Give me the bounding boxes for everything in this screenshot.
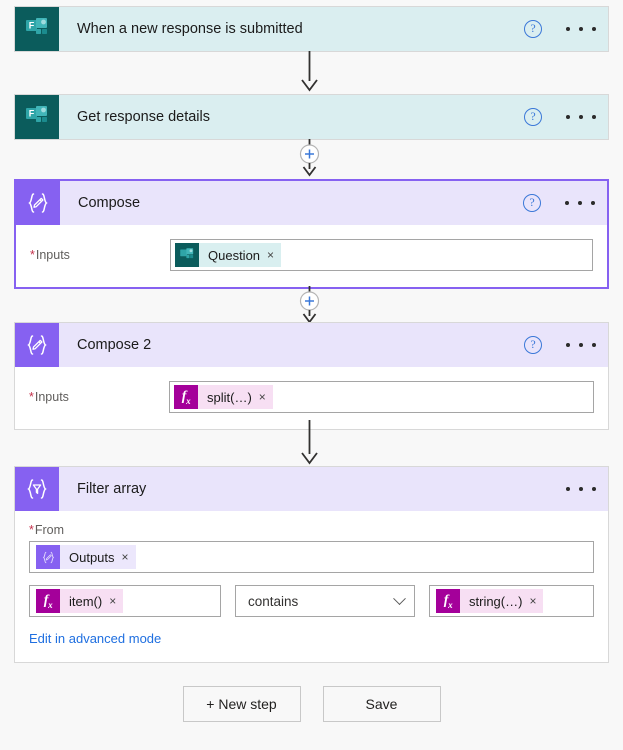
help-icon[interactable]: ? xyxy=(523,194,541,212)
token-label: string(…) × xyxy=(460,589,544,613)
step-header[interactable]: Compose 2 ? xyxy=(15,323,608,367)
expression-token-item[interactable]: fx item() × xyxy=(36,589,124,613)
remove-token-icon[interactable]: × xyxy=(122,551,129,563)
step-title: Filter array xyxy=(77,481,147,497)
microsoft-forms-icon: F xyxy=(15,7,59,51)
step-body: *Inputs fx split(…) × xyxy=(15,367,608,429)
dynamic-content-token-question[interactable]: Question × xyxy=(175,243,282,267)
step-menu-button[interactable] xyxy=(566,27,596,31)
step-menu-button[interactable] xyxy=(566,487,596,491)
new-step-button[interactable]: + New step xyxy=(182,686,301,722)
step-title: Get response details xyxy=(77,109,210,125)
token-label: Question × xyxy=(199,243,282,267)
remove-token-icon[interactable]: × xyxy=(267,249,274,261)
flow-footer-actions: + New step Save xyxy=(0,686,623,722)
connector-trigger-to-get-response xyxy=(0,51,623,94)
svg-text:F: F xyxy=(29,20,35,30)
step-title: When a new response is submitted xyxy=(77,21,303,37)
connector-add-step-2 xyxy=(0,286,623,326)
fx-icon: fx xyxy=(36,589,60,613)
flow-step-compose-2[interactable]: Compose 2 ? *Inputs fx split(…) × xyxy=(14,322,609,430)
compose-icon xyxy=(15,323,59,367)
compose-icon xyxy=(36,545,60,569)
step-body: *From Outputs × fx item() × contains fx … xyxy=(15,511,608,662)
step-menu-button[interactable] xyxy=(565,201,595,205)
edit-in-advanced-mode-link[interactable]: Edit in advanced mode xyxy=(29,631,161,646)
token-label: split(…) × xyxy=(198,385,273,409)
condition-left-field[interactable]: fx item() × xyxy=(29,585,221,617)
step-header[interactable]: F Get response details ? xyxy=(15,95,608,139)
required-asterisk: * xyxy=(30,248,35,262)
fx-icon: fx xyxy=(174,385,198,409)
token-label: Outputs × xyxy=(60,545,136,569)
add-step-button[interactable] xyxy=(299,144,320,164)
required-asterisk: * xyxy=(29,390,34,404)
microsoft-forms-icon xyxy=(175,243,199,267)
expression-token-string[interactable]: fx string(…) × xyxy=(436,589,544,613)
remove-token-icon[interactable]: × xyxy=(109,595,116,607)
step-title: Compose 2 xyxy=(77,337,152,353)
flow-step-compose[interactable]: Compose ? *Inputs Question × xyxy=(14,179,609,289)
step-menu-button[interactable] xyxy=(566,343,596,347)
inputs-field-row: *Inputs fx split(…) × xyxy=(15,367,608,429)
compose-icon xyxy=(16,181,60,225)
expression-token-split[interactable]: fx split(…) × xyxy=(174,385,273,409)
step-header[interactable]: F When a new response is submitted ? xyxy=(15,7,608,51)
token-label: item() × xyxy=(60,589,124,613)
condition-operator-dropdown[interactable]: contains xyxy=(235,585,415,617)
step-body: *Inputs Question × xyxy=(16,225,607,287)
remove-token-icon[interactable]: × xyxy=(529,595,536,607)
filter-condition-row: fx item() × contains fx string(…) × xyxy=(29,585,594,617)
svg-text:F: F xyxy=(29,108,35,118)
inputs-field-label: *Inputs xyxy=(29,390,69,404)
filter-icon xyxy=(15,467,59,511)
save-button[interactable]: Save xyxy=(322,686,441,722)
chevron-down-icon[interactable] xyxy=(393,591,406,605)
remove-token-icon[interactable]: × xyxy=(259,391,266,403)
from-field-label: *From xyxy=(29,523,65,537)
inputs-field-row: *Inputs Question × xyxy=(16,225,607,287)
condition-right-field[interactable]: fx string(…) × xyxy=(429,585,594,617)
inputs-field-label: *Inputs xyxy=(30,248,70,262)
step-header[interactable]: Filter array xyxy=(15,467,608,511)
flow-step-when-a-new-response-is-submitted[interactable]: F When a new response is submitted ? xyxy=(14,6,609,52)
dynamic-content-token-outputs[interactable]: Outputs × xyxy=(36,545,136,569)
help-icon[interactable]: ? xyxy=(524,20,542,38)
add-step-button[interactable] xyxy=(299,291,320,311)
required-asterisk: * xyxy=(29,523,34,537)
flow-designer-canvas: F When a new response is submitted ? F G… xyxy=(0,0,623,750)
compose-inputs-field[interactable]: Question × xyxy=(170,239,593,271)
flow-step-get-response-details[interactable]: F Get response details ? xyxy=(14,94,609,140)
step-title: Compose xyxy=(78,195,141,211)
condition-operator-value: contains xyxy=(248,593,299,609)
help-icon[interactable]: ? xyxy=(524,108,542,126)
help-icon[interactable]: ? xyxy=(524,336,542,354)
microsoft-forms-icon: F xyxy=(15,95,59,139)
step-menu-button[interactable] xyxy=(566,115,596,119)
step-header[interactable]: Compose ? xyxy=(16,181,607,225)
flow-step-filter-array[interactable]: Filter array *From Outputs × fx item() ×… xyxy=(14,466,609,663)
compose-2-inputs-field[interactable]: fx split(…) × xyxy=(169,381,594,413)
filter-from-field[interactable]: Outputs × xyxy=(29,541,594,573)
fx-icon: fx xyxy=(436,589,460,613)
connector-add-step-1 xyxy=(0,139,623,179)
